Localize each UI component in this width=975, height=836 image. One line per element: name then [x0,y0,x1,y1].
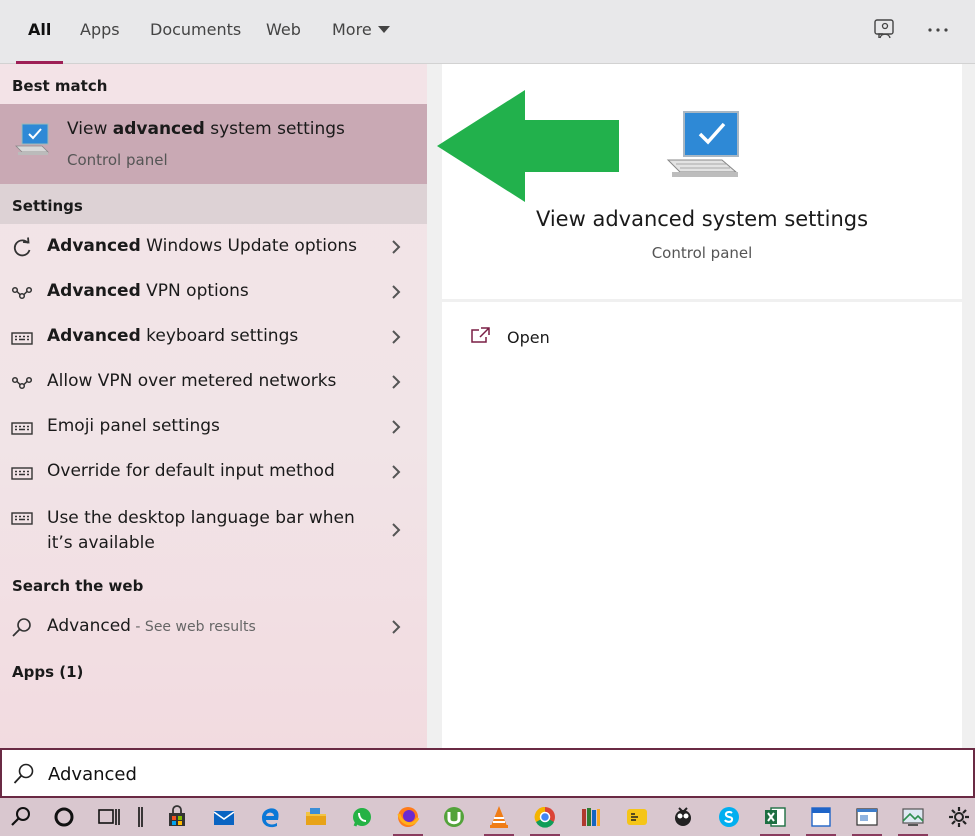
cortana-icon[interactable] [51,804,77,830]
section-apps[interactable]: Apps (1) [12,663,83,681]
keyboard-icon [11,467,33,480]
refresh-icon [13,237,31,257]
search-icon[interactable] [8,804,34,830]
open-label: Open [507,328,550,347]
detail-actions [442,302,962,748]
keyboard-icon [11,422,33,435]
chevron-right-icon [392,465,401,479]
results-pane: Best match View advanced system settings… [0,64,427,748]
excel-icon[interactable] [762,804,788,830]
search-box[interactable] [0,748,975,798]
more-options-icon[interactable] [924,16,952,44]
mail-icon[interactable] [211,804,237,830]
tab-all[interactable]: All [15,18,64,64]
vpn-icon [11,286,33,300]
vpn-icon [11,376,33,390]
section-settings: Settings [12,197,83,215]
keyboard-icon [11,332,33,345]
list-item[interactable]: Use the desktop language bar when it’s av… [0,495,427,565]
whatsapp-icon[interactable] [349,804,375,830]
vlc-icon[interactable] [486,804,512,830]
search-icon [13,763,34,784]
search-input[interactable] [48,760,948,788]
list-item[interactable]: Advanced Windows Update options [0,225,427,270]
tab-web[interactable]: Web [266,18,301,64]
chevron-right-icon [392,523,401,537]
search-icon [12,618,31,637]
green-arrow-annotation [437,90,619,202]
chevron-right-icon [392,375,401,389]
chrome-icon[interactable] [532,804,558,830]
gear-icon[interactable] [946,804,972,830]
computer-icon [666,111,739,177]
calendar-app-icon[interactable] [808,804,834,830]
books-icon[interactable] [578,804,604,830]
chevron-right-icon [392,420,401,434]
skype-icon[interactable] [716,804,742,830]
detail-subtitle: Control panel [651,244,753,262]
tab-apps[interactable]: Apps [80,18,120,64]
firefox-icon[interactable] [395,804,421,830]
chevron-right-icon [392,330,401,344]
list-item[interactable]: Override for default input method [0,450,427,495]
keyboard-icon [11,512,33,525]
chevron-right-icon [392,240,401,254]
best-match-item[interactable]: View advanced system settings Control pa… [0,104,427,184]
store-icon[interactable] [164,804,190,830]
utorrent-icon[interactable] [441,804,467,830]
list-item[interactable]: Advanced keyboard settings [0,315,427,360]
list-item[interactable]: Advanced VPN options [0,270,427,315]
feedback-icon[interactable] [871,16,899,44]
list-item[interactable]: Emoji panel settings [0,405,427,450]
computer-icon [15,123,49,155]
open-icon [471,327,490,343]
tab-more[interactable]: More [332,18,390,64]
edge-icon[interactable] [257,804,283,830]
search-filter-bar: All Apps Documents Web More [0,0,975,64]
window-app-icon[interactable] [854,804,880,830]
tab-more-label: More [332,20,372,39]
chevron-down-icon [377,26,390,33]
taskbar-separator-icon [138,807,143,827]
task-view-icon[interactable] [96,804,122,830]
photos-icon[interactable] [900,804,926,830]
list-item[interactable]: Allow VPN over metered networks [0,360,427,405]
taskbar [0,798,975,836]
best-match-title: View advanced system settings [67,119,345,139]
media-player-icon[interactable] [670,804,696,830]
web-result-item[interactable]: Advanced - See web results [0,605,427,650]
chevron-right-icon [392,285,401,299]
pdf-reader-icon[interactable] [624,804,650,830]
chevron-right-icon [392,620,401,634]
detail-title: View advanced system settings [535,207,869,231]
tab-documents[interactable]: Documents [150,18,241,64]
file-explorer-icon[interactable] [303,804,329,830]
section-best-match: Best match [12,77,108,95]
best-match-subtitle: Control panel [67,151,168,169]
section-search-web: Search the web [12,577,144,595]
